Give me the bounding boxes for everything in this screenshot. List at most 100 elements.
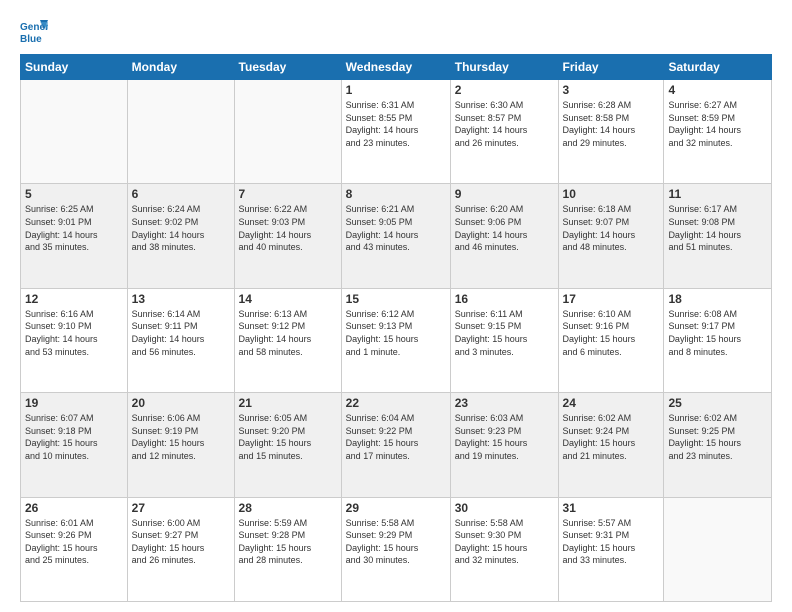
day-number: 13 bbox=[132, 292, 230, 306]
calendar-cell: 26 Sunrise: 6:01 AM Sunset: 9:26 PM Dayli… bbox=[21, 497, 128, 601]
day-info: Sunrise: 6:14 AM Sunset: 9:11 PM Dayligh… bbox=[132, 308, 230, 358]
day-info: Sunrise: 6:24 AM Sunset: 9:02 PM Dayligh… bbox=[132, 203, 230, 253]
day-number: 17 bbox=[563, 292, 660, 306]
day-info: Sunrise: 6:27 AM Sunset: 8:59 PM Dayligh… bbox=[668, 99, 767, 149]
day-info: Sunrise: 6:21 AM Sunset: 9:05 PM Dayligh… bbox=[346, 203, 446, 253]
day-number: 29 bbox=[346, 501, 446, 515]
day-number: 9 bbox=[455, 187, 554, 201]
day-number: 16 bbox=[455, 292, 554, 306]
calendar-cell bbox=[664, 497, 772, 601]
day-number: 15 bbox=[346, 292, 446, 306]
day-info: Sunrise: 6:01 AM Sunset: 9:26 PM Dayligh… bbox=[25, 517, 123, 567]
svg-text:Blue: Blue bbox=[20, 34, 42, 44]
calendar-cell: 10 Sunrise: 6:18 AM Sunset: 9:07 PM Dayli… bbox=[558, 184, 664, 288]
calendar-cell: 31 Sunrise: 5:57 AM Sunset: 9:31 PM Dayli… bbox=[558, 497, 664, 601]
day-number: 27 bbox=[132, 501, 230, 515]
calendar-cell: 28 Sunrise: 5:59 AM Sunset: 9:28 PM Dayli… bbox=[234, 497, 341, 601]
calendar-cell: 20 Sunrise: 6:06 AM Sunset: 9:19 PM Dayli… bbox=[127, 393, 234, 497]
calendar-cell: 13 Sunrise: 6:14 AM Sunset: 9:11 PM Dayli… bbox=[127, 288, 234, 392]
day-number: 20 bbox=[132, 396, 230, 410]
day-info: Sunrise: 5:58 AM Sunset: 9:30 PM Dayligh… bbox=[455, 517, 554, 567]
calendar-cell: 6 Sunrise: 6:24 AM Sunset: 9:02 PM Daylig… bbox=[127, 184, 234, 288]
day-info: Sunrise: 6:31 AM Sunset: 8:55 PM Dayligh… bbox=[346, 99, 446, 149]
day-info: Sunrise: 6:06 AM Sunset: 9:19 PM Dayligh… bbox=[132, 412, 230, 462]
day-info: Sunrise: 6:02 AM Sunset: 9:25 PM Dayligh… bbox=[668, 412, 767, 462]
calendar-cell: 18 Sunrise: 6:08 AM Sunset: 9:17 PM Dayli… bbox=[664, 288, 772, 392]
calendar-cell bbox=[127, 80, 234, 184]
day-number: 31 bbox=[563, 501, 660, 515]
day-info: Sunrise: 5:57 AM Sunset: 9:31 PM Dayligh… bbox=[563, 517, 660, 567]
day-info: Sunrise: 6:28 AM Sunset: 8:58 PM Dayligh… bbox=[563, 99, 660, 149]
day-number: 14 bbox=[239, 292, 337, 306]
calendar-cell bbox=[21, 80, 128, 184]
day-info: Sunrise: 5:59 AM Sunset: 9:28 PM Dayligh… bbox=[239, 517, 337, 567]
calendar-cell: 30 Sunrise: 5:58 AM Sunset: 9:30 PM Dayli… bbox=[450, 497, 558, 601]
calendar-cell: 27 Sunrise: 6:00 AM Sunset: 9:27 PM Dayli… bbox=[127, 497, 234, 601]
page-header: General Blue bbox=[20, 16, 772, 44]
logo: General Blue bbox=[20, 16, 52, 44]
day-number: 26 bbox=[25, 501, 123, 515]
day-info: Sunrise: 6:08 AM Sunset: 9:17 PM Dayligh… bbox=[668, 308, 767, 358]
day-number: 7 bbox=[239, 187, 337, 201]
col-header-friday: Friday bbox=[558, 55, 664, 80]
day-info: Sunrise: 5:58 AM Sunset: 9:29 PM Dayligh… bbox=[346, 517, 446, 567]
calendar-week-row: 19 Sunrise: 6:07 AM Sunset: 9:18 PM Dayli… bbox=[21, 393, 772, 497]
day-number: 1 bbox=[346, 83, 446, 97]
day-info: Sunrise: 6:04 AM Sunset: 9:22 PM Dayligh… bbox=[346, 412, 446, 462]
calendar-cell: 15 Sunrise: 6:12 AM Sunset: 9:13 PM Dayli… bbox=[341, 288, 450, 392]
day-info: Sunrise: 6:07 AM Sunset: 9:18 PM Dayligh… bbox=[25, 412, 123, 462]
day-number: 3 bbox=[563, 83, 660, 97]
day-info: Sunrise: 6:22 AM Sunset: 9:03 PM Dayligh… bbox=[239, 203, 337, 253]
day-info: Sunrise: 6:13 AM Sunset: 9:12 PM Dayligh… bbox=[239, 308, 337, 358]
calendar-cell: 24Sunrise: 6:02 AM Sunset: 9:24 PM Dayli… bbox=[558, 393, 664, 497]
calendar-cell: 2Sunrise: 6:30 AM Sunset: 8:57 PM Daylig… bbox=[450, 80, 558, 184]
col-header-monday: Monday bbox=[127, 55, 234, 80]
day-number: 18 bbox=[668, 292, 767, 306]
day-number: 6 bbox=[132, 187, 230, 201]
day-info: Sunrise: 6:00 AM Sunset: 9:27 PM Dayligh… bbox=[132, 517, 230, 567]
day-number: 28 bbox=[239, 501, 337, 515]
calendar-cell: 1 Sunrise: 6:31 AM Sunset: 8:55 PM Daylig… bbox=[341, 80, 450, 184]
day-info: Sunrise: 6:05 AM Sunset: 9:20 PM Dayligh… bbox=[239, 412, 337, 462]
calendar-cell: 23Sunrise: 6:03 AM Sunset: 9:23 PM Dayli… bbox=[450, 393, 558, 497]
day-info: Sunrise: 6:30 AM Sunset: 8:57 PM Dayligh… bbox=[455, 99, 554, 149]
calendar-header-row: SundayMondayTuesdayWednesdayThursdayFrid… bbox=[21, 55, 772, 80]
calendar-cell bbox=[234, 80, 341, 184]
calendar-cell: 5 Sunrise: 6:25 AM Sunset: 9:01 PM Daylig… bbox=[21, 184, 128, 288]
calendar-cell: 14 Sunrise: 6:13 AM Sunset: 9:12 PM Dayli… bbox=[234, 288, 341, 392]
col-header-sunday: Sunday bbox=[21, 55, 128, 80]
calendar-week-row: 26 Sunrise: 6:01 AM Sunset: 9:26 PM Dayli… bbox=[21, 497, 772, 601]
calendar-cell: 19 Sunrise: 6:07 AM Sunset: 9:18 PM Dayli… bbox=[21, 393, 128, 497]
calendar-cell: 25 Sunrise: 6:02 AM Sunset: 9:25 PM Dayli… bbox=[664, 393, 772, 497]
calendar-cell: 17Sunrise: 6:10 AM Sunset: 9:16 PM Dayli… bbox=[558, 288, 664, 392]
calendar-cell: 29 Sunrise: 5:58 AM Sunset: 9:29 PM Dayli… bbox=[341, 497, 450, 601]
calendar-cell: 9 Sunrise: 6:20 AM Sunset: 9:06 PM Daylig… bbox=[450, 184, 558, 288]
day-info: Sunrise: 6:11 AM Sunset: 9:15 PM Dayligh… bbox=[455, 308, 554, 358]
day-number: 19 bbox=[25, 396, 123, 410]
day-info: Sunrise: 6:18 AM Sunset: 9:07 PM Dayligh… bbox=[563, 203, 660, 253]
day-number: 22 bbox=[346, 396, 446, 410]
day-number: 23 bbox=[455, 396, 554, 410]
day-number: 24 bbox=[563, 396, 660, 410]
day-number: 30 bbox=[455, 501, 554, 515]
calendar-week-row: 12 Sunrise: 6:16 AM Sunset: 9:10 PM Dayli… bbox=[21, 288, 772, 392]
day-number: 5 bbox=[25, 187, 123, 201]
calendar-cell: 11Sunrise: 6:17 AM Sunset: 9:08 PM Dayli… bbox=[664, 184, 772, 288]
calendar-cell: 12 Sunrise: 6:16 AM Sunset: 9:10 PM Dayli… bbox=[21, 288, 128, 392]
day-number: 8 bbox=[346, 187, 446, 201]
calendar-week-row: 1 Sunrise: 6:31 AM Sunset: 8:55 PM Daylig… bbox=[21, 80, 772, 184]
col-header-saturday: Saturday bbox=[664, 55, 772, 80]
calendar-cell: 8 Sunrise: 6:21 AM Sunset: 9:05 PM Daylig… bbox=[341, 184, 450, 288]
calendar-cell: 3 Sunrise: 6:28 AM Sunset: 8:58 PM Daylig… bbox=[558, 80, 664, 184]
col-header-thursday: Thursday bbox=[450, 55, 558, 80]
day-number: 12 bbox=[25, 292, 123, 306]
day-number: 25 bbox=[668, 396, 767, 410]
calendar-cell: 22 Sunrise: 6:04 AM Sunset: 9:22 PM Dayli… bbox=[341, 393, 450, 497]
day-info: Sunrise: 6:20 AM Sunset: 9:06 PM Dayligh… bbox=[455, 203, 554, 253]
day-info: Sunrise: 6:16 AM Sunset: 9:10 PM Dayligh… bbox=[25, 308, 123, 358]
calendar-cell: 7 Sunrise: 6:22 AM Sunset: 9:03 PM Daylig… bbox=[234, 184, 341, 288]
calendar-cell: 21Sunrise: 6:05 AM Sunset: 9:20 PM Dayli… bbox=[234, 393, 341, 497]
day-info: Sunrise: 6:25 AM Sunset: 9:01 PM Dayligh… bbox=[25, 203, 123, 253]
day-info: Sunrise: 6:12 AM Sunset: 9:13 PM Dayligh… bbox=[346, 308, 446, 358]
day-number: 10 bbox=[563, 187, 660, 201]
